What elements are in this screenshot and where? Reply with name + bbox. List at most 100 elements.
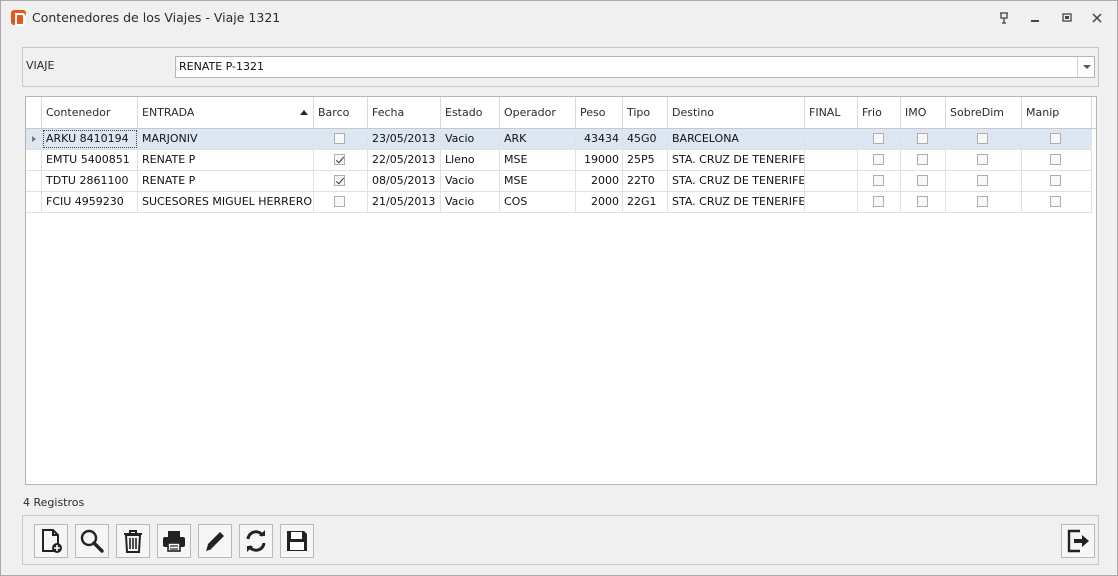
table-row[interactable]: FCIU 4959230 SUCESORES MIGUEL HERRERO 21/0… (26, 192, 1092, 213)
cell-tipo[interactable]: 22T0 (623, 171, 668, 191)
column-header-contenedor[interactable]: Contenedor (42, 97, 138, 128)
cell-peso[interactable]: 2000 (576, 171, 623, 191)
row-indicator[interactable] (26, 129, 42, 149)
column-header-label: Frio (862, 106, 882, 119)
checkbox-sobredim[interactable] (977, 196, 988, 207)
checkbox-imo[interactable] (917, 175, 928, 186)
column-header-tipo[interactable]: Tipo (623, 97, 668, 128)
cell-destino[interactable]: STA. CRUZ DE TENERIFE (668, 150, 805, 170)
checkbox-manip[interactable] (1050, 175, 1061, 186)
edit-button[interactable] (198, 524, 232, 558)
cell-estado[interactable]: Vacio (441, 192, 500, 212)
cell-operador[interactable]: MSE (500, 171, 576, 191)
cell-operador[interactable]: ARK (500, 129, 576, 149)
checkbox-frio[interactable] (873, 196, 884, 207)
column-header-fecha[interactable]: Fecha (368, 97, 441, 128)
cell-fecha[interactable]: 23/05/2013 (368, 129, 441, 149)
cell-contenedor[interactable]: EMTU 5400851 (42, 150, 138, 170)
row-indicator[interactable] (26, 192, 42, 212)
checkbox-imo[interactable] (917, 133, 928, 144)
column-header-destino[interactable]: Destino (668, 97, 805, 128)
checkbox-barco[interactable] (334, 154, 345, 165)
search-button[interactable] (75, 524, 109, 558)
checkbox-barco[interactable] (334, 175, 345, 186)
cell-final[interactable] (805, 129, 858, 149)
chevron-down-icon[interactable] (1077, 57, 1094, 77)
new-document-icon (42, 529, 62, 553)
cell-estado[interactable]: Vacio (441, 129, 500, 149)
refresh-button[interactable] (239, 524, 273, 558)
cell-final[interactable] (805, 171, 858, 191)
delete-button[interactable] (116, 524, 150, 558)
cell-destino[interactable]: BARCELONA (668, 129, 805, 149)
viaje-select[interactable]: RENATE P-1321 (175, 56, 1095, 78)
cell-peso[interactable]: 19000 (576, 150, 623, 170)
table-row[interactable]: TDTU 2861100 RENATE P 08/05/2013 Vacio MSE 20… (26, 171, 1092, 192)
cell-entrada[interactable]: RENATE P (138, 150, 314, 170)
new-button[interactable] (34, 524, 68, 558)
checkbox-manip[interactable] (1050, 133, 1061, 144)
checkbox-imo[interactable] (917, 196, 928, 207)
cell-destino[interactable]: STA. CRUZ DE TENERIFE (668, 171, 805, 191)
column-header-entrada[interactable]: ENTRADA (138, 97, 314, 128)
column-header-sobredim[interactable]: SobreDim (946, 97, 1022, 128)
checkbox-barco[interactable] (334, 133, 345, 144)
minimize-icon[interactable] (1027, 10, 1043, 26)
column-header-peso[interactable]: Peso (576, 97, 623, 128)
cell-peso[interactable]: 2000 (576, 192, 623, 212)
restore-icon[interactable] (1059, 10, 1075, 26)
cell-frio (858, 192, 901, 212)
exit-button[interactable] (1061, 524, 1095, 558)
cell-sobredim (946, 192, 1022, 212)
row-indicator[interactable] (26, 150, 42, 170)
checkbox-manip[interactable] (1050, 196, 1061, 207)
checkbox-frio[interactable] (873, 154, 884, 165)
cell-entrada[interactable]: RENATE P (138, 171, 314, 191)
column-header-imo[interactable]: IMO (901, 97, 946, 128)
cell-manip (1022, 171, 1092, 191)
pin-icon[interactable] (996, 10, 1012, 26)
table-row[interactable]: EMTU 5400851 RENATE P 22/05/2013 Lleno MSE 19… (26, 150, 1092, 171)
sort-ascending-icon (300, 110, 308, 115)
cell-estado[interactable]: Vacio (441, 171, 500, 191)
cell-destino[interactable]: STA. CRUZ DE TENERIFE (668, 192, 805, 212)
checkbox-sobredim[interactable] (977, 133, 988, 144)
checkbox-imo[interactable] (917, 154, 928, 165)
cell-tipo[interactable]: 45G0 (623, 129, 668, 149)
cell-final[interactable] (805, 150, 858, 170)
cell-tipo[interactable]: 22G1 (623, 192, 668, 212)
cell-contenedor[interactable]: TDTU 2861100 (42, 171, 138, 191)
checkbox-frio[interactable] (873, 175, 884, 186)
title-bar: Contenedores de los Viajes - Viaje 1321 (1, 1, 1117, 34)
checkbox-frio[interactable] (873, 133, 884, 144)
cell-operador[interactable]: MSE (500, 150, 576, 170)
cell-estado[interactable]: Lleno (441, 150, 500, 170)
column-header-manip[interactable]: Manip (1022, 97, 1092, 128)
column-header-estado[interactable]: Estado (441, 97, 500, 128)
cell-fecha[interactable]: 08/05/2013 (368, 171, 441, 191)
checkbox-sobredim[interactable] (977, 175, 988, 186)
column-header-barco[interactable]: Barco (314, 97, 368, 128)
cell-contenedor[interactable]: FCIU 4959230 (42, 192, 138, 212)
cell-fecha[interactable]: 21/05/2013 (368, 192, 441, 212)
checkbox-manip[interactable] (1050, 154, 1061, 165)
column-header-operador[interactable]: Operador (500, 97, 576, 128)
cell-entrada[interactable]: MARJONIV (138, 129, 314, 149)
save-button[interactable] (280, 524, 314, 558)
checkbox-sobredim[interactable] (977, 154, 988, 165)
column-header-final[interactable]: FINAL (805, 97, 858, 128)
cell-operador[interactable]: COS (500, 192, 576, 212)
cell-peso[interactable]: 43434 (576, 129, 623, 149)
cell-fecha[interactable]: 22/05/2013 (368, 150, 441, 170)
row-indicator[interactable] (26, 171, 42, 191)
cell-final[interactable] (805, 192, 858, 212)
close-icon[interactable] (1089, 10, 1105, 26)
cell-contenedor[interactable]: ARKU 8410194 (42, 129, 138, 149)
cell-imo (901, 192, 946, 212)
table-row[interactable]: ARKU 8410194 MARJONIV 23/05/2013 Vacio ARK 43… (26, 129, 1092, 150)
cell-tipo[interactable]: 25P5 (623, 150, 668, 170)
print-button[interactable] (157, 524, 191, 558)
column-header-frio[interactable]: Frio (858, 97, 901, 128)
checkbox-barco[interactable] (334, 196, 345, 207)
cell-entrada[interactable]: SUCESORES MIGUEL HERRERO (138, 192, 314, 212)
